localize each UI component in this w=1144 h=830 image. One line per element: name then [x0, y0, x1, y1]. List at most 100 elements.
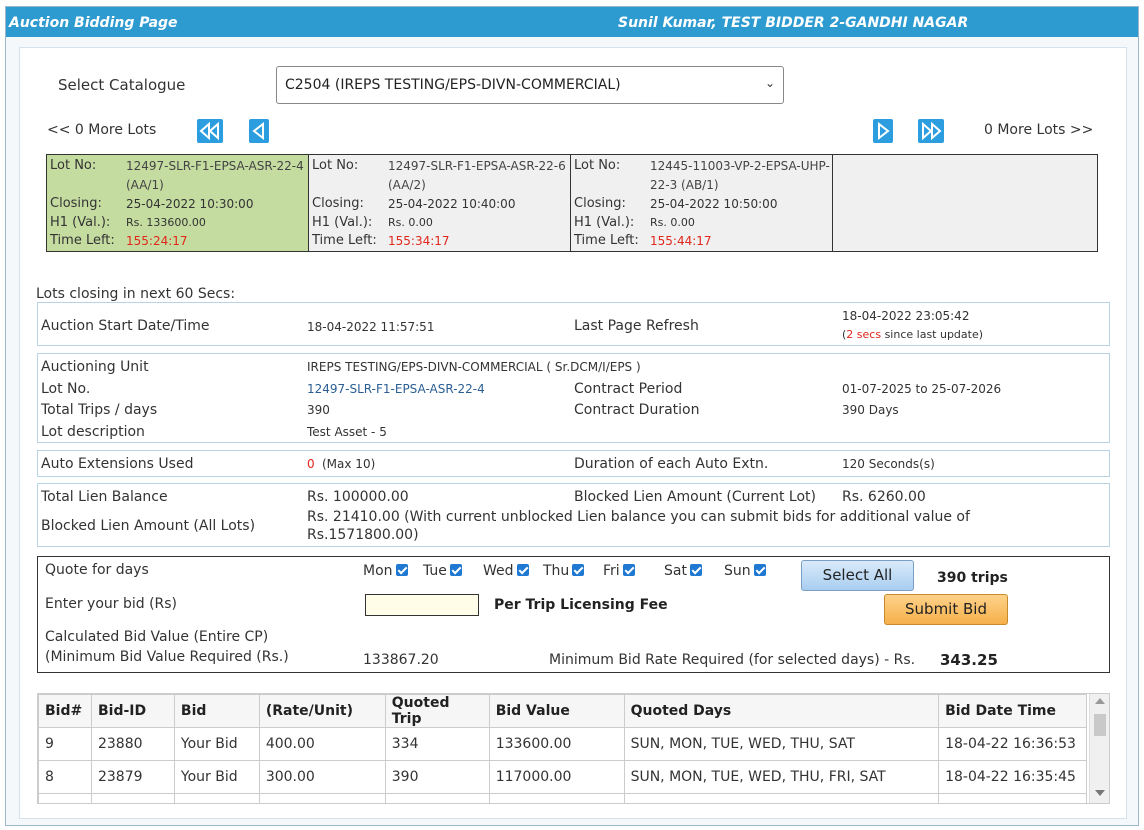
day-thu[interactable]: Thu [543, 563, 585, 579]
bid-history-table: Bid# Bid-ID Bid (Rate/Unit) Quoted Trip … [38, 694, 1087, 803]
day-wed-checkbox[interactable] [516, 564, 529, 576]
lot-no-label: Lot No: [574, 158, 621, 173]
last-refresh-value: 18-04-2022 23:05:42 [842, 309, 970, 323]
lot-no-detail-label: Lot No. [41, 381, 91, 397]
table-cell: 23879 [90, 760, 175, 794]
auction-time-panel: Auction Start Date/Time 18-04-2022 11:57… [37, 302, 1110, 346]
total-lien-value: Rs. 100000.00 [307, 489, 409, 505]
min-bid-rate-value: 343.25 [940, 651, 998, 669]
time-left-label: Time Left: [50, 233, 115, 248]
next-lot-button[interactable] [873, 119, 893, 143]
submit-bid-button[interactable]: Submit Bid [884, 594, 1008, 625]
table-header-row: Bid# Bid-ID Bid (Rate/Unit) Quoted Trip … [38, 694, 1087, 728]
trips-count: 390 trips [937, 570, 1008, 586]
table-cell: 18-04-22 16:35:45 [938, 760, 1087, 794]
catalogue-select[interactable]: C2504 (IREPS TESTING/EPS-DIVN-COMMERCIAL… [276, 66, 784, 104]
lot-no-label: Lot No: [312, 158, 359, 173]
lot-card[interactable]: Lot No: 12445-11003-VP-2-EPSA-UHP-22-3 (… [571, 155, 833, 251]
column-header: Bid Date Time [938, 694, 1087, 728]
total-trips-label: Total Trips / days [41, 402, 158, 418]
catalogue-selected-value: C2504 (IREPS TESTING/EPS-DIVN-COMMERCIAL… [285, 77, 621, 93]
day-fri[interactable]: Fri [603, 563, 635, 579]
refresh-age-suffix: since last update) [881, 328, 984, 341]
h1-value: Rs. 0.00 [650, 216, 695, 229]
scroll-up-icon[interactable] [1095, 698, 1105, 704]
table-row: 8 23879 Your Bid 300.00 390 117000.00 SU… [38, 760, 1087, 794]
h1-label: H1 (Val.): [574, 215, 635, 230]
lots-strip: Lot No: 12497-SLR-F1-EPSA-ASR-22-4 (AA/1… [46, 154, 1098, 252]
select-all-button[interactable]: Select All [801, 560, 914, 591]
table-cell: SUN, MON, TUE, WED, THU, SAT [623, 727, 940, 761]
table-cell: Your Bid [173, 727, 260, 761]
contract-duration-label: Contract Duration [574, 402, 700, 418]
refresh-age: (2 secs since last update) [842, 328, 983, 341]
day-tue-checkbox[interactable] [449, 564, 462, 576]
scroll-thumb[interactable] [1094, 714, 1106, 736]
day-sun[interactable]: Sun [724, 563, 766, 579]
auto-ext-max: (Max 10) [322, 457, 376, 471]
min-bid-value-label: (Minimum Bid Value Required (Rs.) [45, 649, 289, 665]
scroll-down-icon[interactable] [1095, 790, 1105, 796]
auction-start-label: Auction Start Date/Time [41, 318, 210, 334]
table-cell: 390 [384, 760, 490, 794]
last-lots-button[interactable] [918, 119, 944, 143]
day-thu-checkbox[interactable] [572, 564, 585, 576]
lot-card[interactable]: Lot No: 12497-SLR-F1-EPSA-ASR-22-4 (AA/1… [47, 155, 309, 251]
contract-duration-value: 390 Days [842, 403, 899, 417]
title-bar: Auction Bidding Page Sunil Kumar, TEST B… [6, 7, 1138, 37]
prev-more-lots-link[interactable]: << 0 More Lots [47, 122, 156, 138]
time-left-label: Time Left: [312, 233, 377, 248]
lot-no-value: 12497-SLR-F1-EPSA-ASR-22-4 (AA/1) [126, 159, 304, 192]
day-mon-label: Mon [363, 563, 393, 579]
day-fri-checkbox[interactable] [622, 564, 635, 576]
column-header: Quoted Trip [384, 694, 490, 728]
day-tue[interactable]: Tue [423, 563, 462, 579]
blocked-lien-current-value: Rs. 6260.00 [842, 489, 926, 505]
h1-value: Rs. 133600.00 [126, 216, 206, 229]
auction-start-value: 18-04-2022 11:57:51 [307, 320, 435, 334]
auto-ext-used-label: Auto Extensions Used [41, 456, 194, 472]
table-cell: SUN, MON, TUE, WED, THU, FRI, SAT [623, 760, 940, 794]
closing-label: Closing: [50, 196, 102, 211]
bid-amount-input[interactable] [365, 594, 479, 616]
table-cell: 117000.00 [488, 760, 625, 794]
prev-lot-button[interactable] [249, 119, 269, 143]
table-row [38, 793, 1087, 803]
first-lots-button[interactable] [197, 119, 223, 143]
table-cell: 8 [38, 760, 92, 794]
enter-bid-label: Enter your bid (Rs) [45, 596, 178, 612]
lot-no-label: Lot No: [50, 158, 97, 173]
lot-no-value: 12497-SLR-F1-EPSA-ASR-22-6 (AA/2) [388, 159, 566, 192]
day-sun-checkbox[interactable] [753, 564, 766, 576]
auctioning-unit-label: Auctioning Unit [41, 359, 149, 375]
closing-value: 25-04-2022 10:50:00 [650, 197, 778, 211]
day-mon-checkbox[interactable] [395, 564, 408, 576]
total-lien-label: Total Lien Balance [41, 489, 168, 505]
bid-form: Quote for days Mon Tue Wed Thu Fri Sat S… [37, 556, 1110, 673]
bid-history-table-wrapper[interactable]: Bid# Bid-ID Bid (Rate/Unit) Quoted Trip … [37, 693, 1110, 804]
h1-label: H1 (Val.): [50, 215, 111, 230]
column-header: (Rate/Unit) [258, 694, 386, 728]
next-more-lots-link[interactable]: 0 More Lots >> [984, 122, 1093, 138]
table-cell: 9 [38, 727, 92, 761]
day-sat-checkbox[interactable] [689, 564, 702, 576]
lot-details-panel: Auctioning Unit IREPS TESTING/EPS-DIVN-C… [37, 353, 1110, 443]
lot-card[interactable]: Lot No: 12497-SLR-F1-EPSA-ASR-22-6 (AA/2… [309, 155, 571, 251]
min-bid-rate-label: Minimum Bid Rate Required (for selected … [549, 652, 916, 668]
lot-description-value: Test Asset - 5 [307, 425, 387, 439]
table-cell: 300.00 [258, 760, 386, 794]
column-header: Bid [173, 694, 260, 728]
day-wed-label: Wed [483, 563, 514, 579]
table-cell: Your Bid [173, 760, 260, 794]
day-mon[interactable]: Mon [363, 563, 408, 579]
time-left-value: 155:24:17 [126, 234, 188, 248]
per-trip-fee-label: Per Trip Licensing Fee [494, 597, 668, 613]
closing-value: 25-04-2022 10:40:00 [388, 197, 516, 211]
table-scrollbar[interactable] [1089, 694, 1109, 803]
lots-closing-soon-label: Lots closing in next 60 Secs: [36, 286, 236, 302]
contract-period-value: 01-07-2025 to 25-07-2026 [842, 382, 1002, 396]
auctioning-unit-value: IREPS TESTING/EPS-DIVN-COMMERCIAL ( Sr.D… [307, 360, 641, 374]
lot-no-detail-link[interactable]: 12497-SLR-F1-EPSA-ASR-22-4 [307, 382, 485, 396]
day-sat[interactable]: Sat [664, 563, 702, 579]
day-wed[interactable]: Wed [483, 563, 529, 579]
